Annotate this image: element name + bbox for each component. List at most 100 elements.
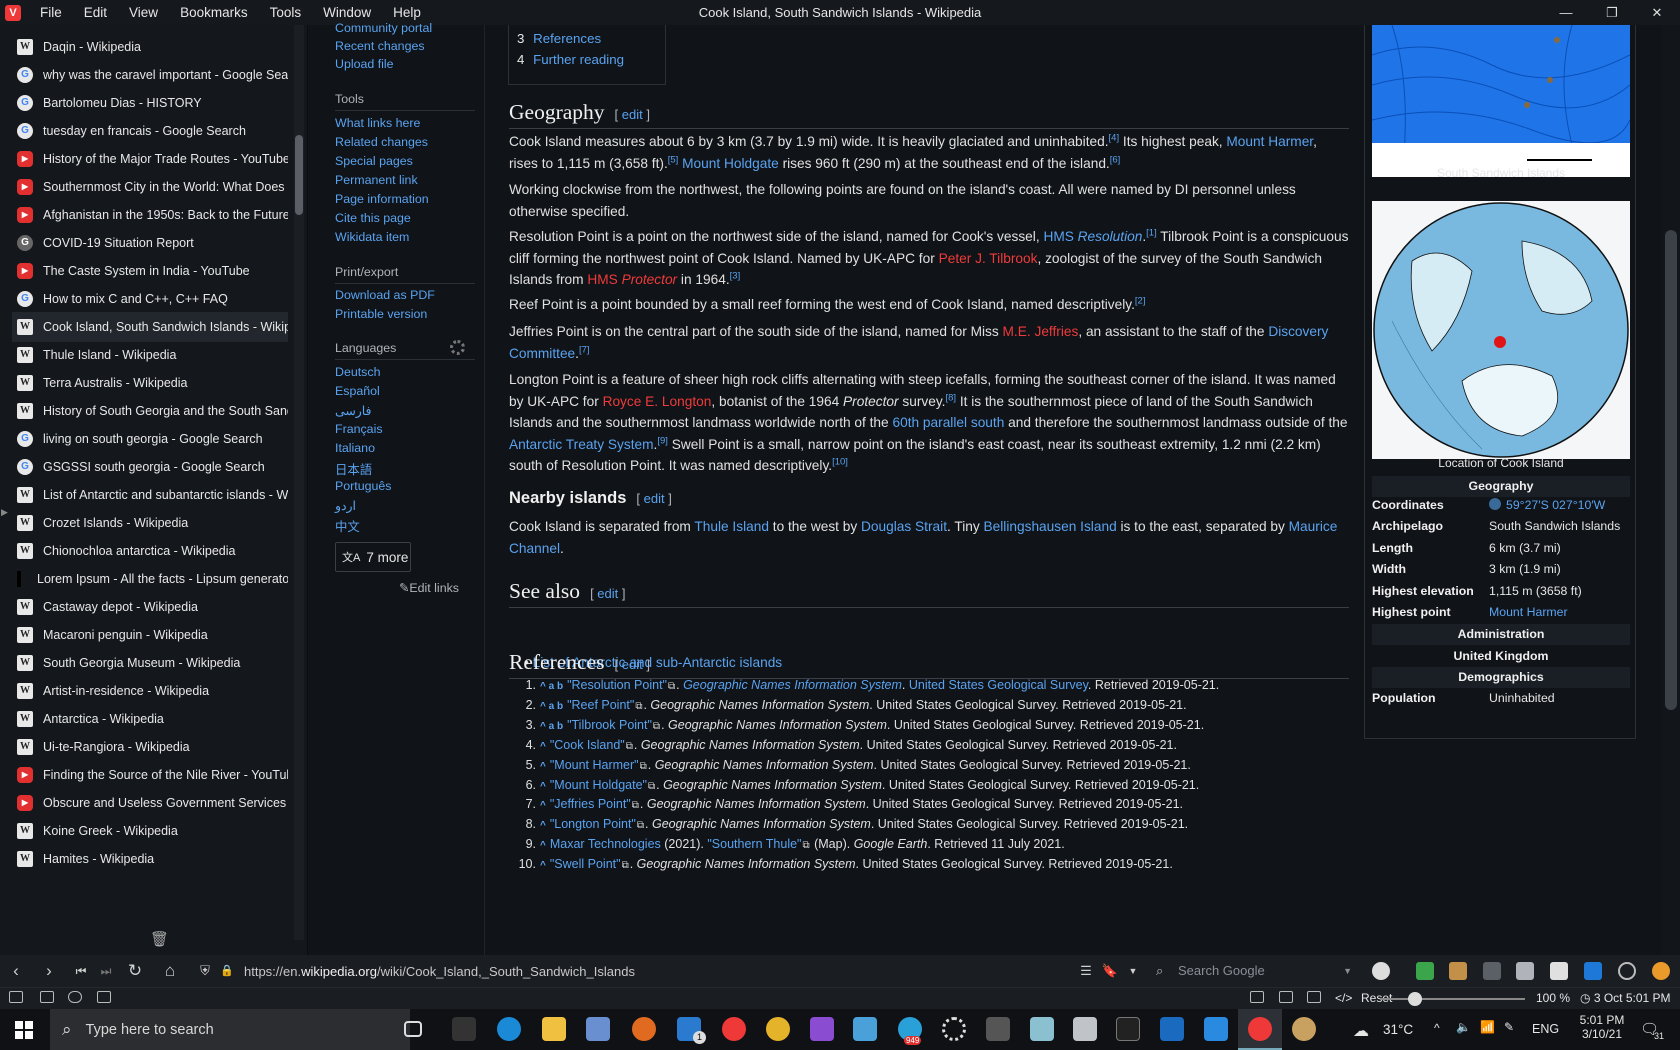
link-60th-parallel-south[interactable]: 60th parallel south [892, 415, 1004, 430]
lang-portugues[interactable]: Português [335, 479, 391, 493]
reference-backlink[interactable]: ^ [540, 781, 546, 792]
nav-cite-this-page[interactable]: Cite this page [335, 211, 411, 225]
search-field[interactable]: ⌕ Search Google ▼ [1148, 959, 1358, 983]
nav-upload-file[interactable]: Upload file [335, 57, 394, 71]
reference-backlink[interactable]: ^ [540, 820, 546, 831]
tray-chevron-icon[interactable]: ^ [1434, 1021, 1440, 1035]
url-dropdown-icon[interactable]: ▼ [1120, 955, 1146, 987]
reload-icon[interactable]: ↻ [122, 955, 148, 987]
zoom-slider[interactable] [1380, 998, 1525, 1000]
tab-item[interactable]: W Terra Australis - Wikipedia [12, 368, 288, 398]
tab-item[interactable]: Gtuesday en francais - Google Search [12, 116, 288, 146]
edit-references-link[interactable]: edit [622, 657, 643, 672]
nav-recent-changes[interactable]: Recent changes [335, 39, 425, 53]
toc-link[interactable]: Further reading [533, 52, 624, 67]
weather-cloud-icon[interactable]: ☁ [1353, 1021, 1369, 1041]
reference-title-link[interactable]: "Jeffries Point" [550, 797, 631, 811]
lang-chinese[interactable]: 中文 [335, 517, 360, 535]
images-icon[interactable] [1307, 991, 1321, 1003]
citation-8[interactable]: [8] [945, 392, 956, 403]
reference-title-link[interactable]: "Cook Island" [550, 738, 625, 752]
location-globe-map[interactable] [1372, 201, 1630, 459]
lang-italiano[interactable]: Italiano [335, 441, 375, 455]
tab-item[interactable]: ▶ Afghanistan in the 1950s: Back to the F… [12, 200, 288, 230]
nav-related-changes[interactable]: Related changes [335, 135, 428, 149]
edit-geography-link[interactable]: edit [622, 107, 643, 122]
task-view-icon[interactable] [404, 1021, 422, 1037]
tab-panel-scrollbar[interactable] [294, 25, 304, 940]
infobox-value[interactable]: 59°27′S 027°10′W [1489, 498, 1605, 512]
app-icon-14[interactable] [1030, 1017, 1054, 1041]
tab-item[interactable]: ▶ History of the Major Trade Routes - You… [12, 144, 288, 174]
infobox-value[interactable]: Mount Harmer [1489, 605, 1568, 619]
tab-item[interactable]: W Macaroni penguin - Wikipedia [12, 620, 288, 650]
trash-icon[interactable]: 🗑 [150, 930, 169, 948]
citation-7[interactable]: [7] [579, 344, 590, 355]
lang-deutsch[interactable]: Deutsch [335, 365, 380, 379]
tab-item[interactable]: W Koine Greek - Wikipedia [12, 816, 288, 846]
redlink-hms-protector[interactable]: HMS Protector [587, 272, 677, 287]
citation-9[interactable]: [9] [657, 435, 668, 446]
menu-edit[interactable]: Edit [73, 5, 118, 20]
terminal-app-icon[interactable] [452, 1017, 476, 1041]
tab-item[interactable]: Gliving on south georgia - Google Search [12, 424, 288, 454]
app-icon-15[interactable] [1073, 1017, 1097, 1041]
windows-start-icon[interactable] [15, 1021, 33, 1039]
page-actions-icon[interactable]: </> [1335, 991, 1352, 1005]
tab-item[interactable]: ▶ Southernmost City in the World: What Do… [12, 172, 288, 202]
vscode-app-icon[interactable] [1204, 1017, 1228, 1041]
language-indicator[interactable]: ENG [1532, 1022, 1559, 1036]
citation-6[interactable]: [6] [1110, 154, 1121, 165]
menu-window[interactable]: Window [312, 5, 382, 20]
outlook-app-icon[interactable] [1160, 1017, 1184, 1041]
citation-1[interactable]: [1] [1146, 227, 1157, 238]
back-icon[interactable]: ‹ [3, 955, 29, 987]
nav-special-pages[interactable]: Special pages [335, 154, 413, 168]
link-bellingshausen-island[interactable]: Bellingshausen Island [984, 519, 1117, 534]
tab-item[interactable]: ▶ Finding the Source of the Nile River - … [12, 760, 288, 790]
redlink-me-jeffries[interactable]: M.E. Jeffries [1003, 324, 1079, 339]
citation-10[interactable]: [10] [832, 456, 848, 467]
url-field[interactable]: https://en.wikipedia.org/wiki/Cook_Islan… [244, 964, 635, 979]
citation-2[interactable]: [2] [1135, 295, 1146, 306]
window-icon[interactable] [1279, 991, 1293, 1003]
extension-1-icon[interactable] [1416, 962, 1434, 980]
language-settings-gear-icon[interactable] [450, 340, 465, 355]
tab-item[interactable]: G GSGSSI south georgia - Google Search [12, 452, 288, 482]
close-button[interactable]: ✕ [1634, 0, 1680, 25]
tab-item[interactable]: W Artist-in-residence - Wikipedia [12, 676, 288, 706]
paint-app-icon[interactable] [1292, 1017, 1316, 1041]
link-mount-holdgate[interactable]: Mount Holdgate [682, 156, 779, 171]
forward-icon[interactable]: › [36, 955, 62, 987]
nav-community-portal[interactable]: Community portal [335, 21, 432, 35]
lang-francais[interactable]: Français [335, 422, 383, 436]
edit-links[interactable]: ✎Edit links [399, 580, 459, 595]
taskbar-search-field[interactable]: ⌕ Type here to search [50, 1009, 410, 1050]
tab-item[interactable]: G COVID-19 Situation Report [12, 228, 288, 258]
page-scroll-thumb[interactable] [1665, 230, 1677, 710]
citation-5[interactable]: [5] [668, 154, 679, 165]
vivaldi-active-taskbar-button[interactable] [1238, 1009, 1282, 1050]
settings-gear-icon[interactable] [942, 1017, 966, 1041]
reference-backlink[interactable]: ^ a b [540, 701, 563, 712]
search-engine-dropdown-icon[interactable]: ▼ [1343, 959, 1352, 983]
reference-title-link[interactable]: "Southern Thule" [707, 837, 801, 851]
system-clock[interactable]: 5:01 PM 3/10/21 [1578, 1013, 1626, 1041]
tab-item[interactable]: W Antarctica - Wikipedia [12, 704, 288, 734]
zoom-slider-thumb[interactable] [1407, 992, 1422, 1006]
reference-title-link[interactable]: "Resolution Point" [567, 678, 667, 692]
link-thule-island[interactable]: Thule Island [694, 519, 769, 534]
reference-backlink[interactable]: ^ a b [540, 721, 563, 732]
toc-item-further-reading[interactable]: 4 Further reading [517, 52, 624, 67]
tab-panel-scroll-thumb[interactable] [295, 135, 303, 215]
toc-link[interactable]: References [533, 31, 601, 46]
vivaldi-logo-icon[interactable]: V [5, 4, 21, 21]
nav-permanent-link[interactable]: Permanent link [335, 173, 418, 187]
reference-title-link[interactable]: "Longton Point" [550, 817, 636, 831]
tab-item[interactable]: G How to mix C and C++, C++ FAQ [12, 284, 288, 314]
lang-japanese[interactable]: 日本語 [335, 460, 372, 478]
tab-item[interactable]: W List of Antarctic and subantarctic isla… [12, 480, 288, 510]
citation-3[interactable]: [3] [730, 270, 741, 281]
tab-item[interactable]: ▶ The Caste System in India - YouTube [12, 256, 288, 286]
minimize-button[interactable]: — [1543, 0, 1589, 25]
